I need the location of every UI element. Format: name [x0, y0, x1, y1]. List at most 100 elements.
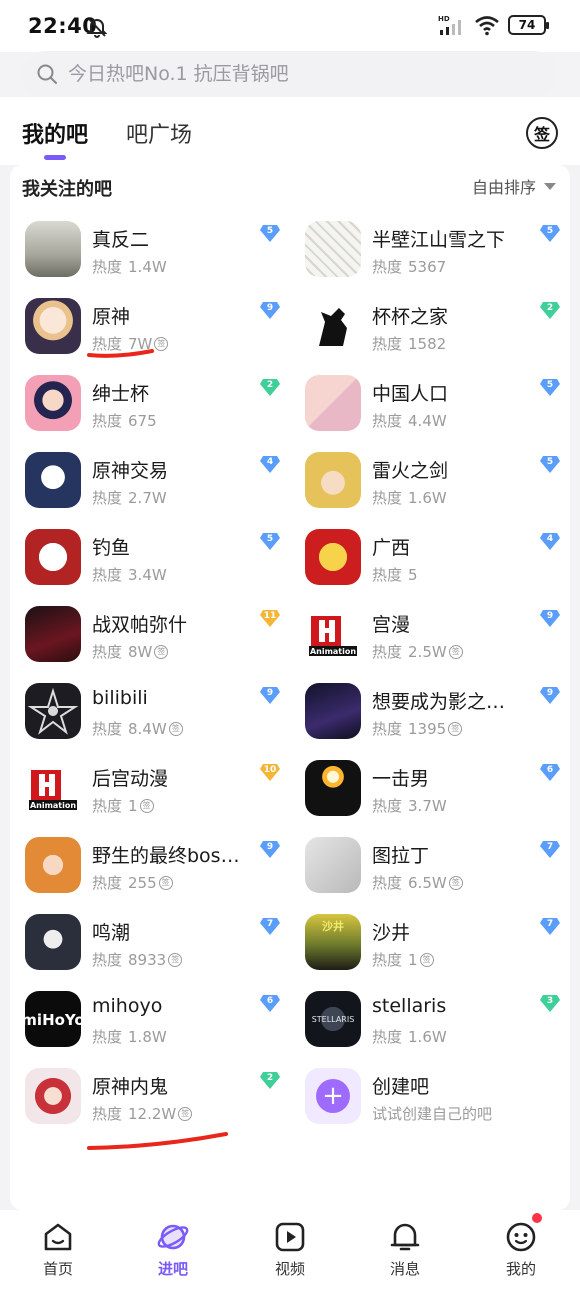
forum-name: 想要成为影之实力者 — [372, 691, 522, 713]
level-badge: 6 — [259, 993, 281, 1013]
search-icon — [37, 64, 57, 84]
heat-label: 热度 — [372, 874, 403, 892]
forum-avatar — [305, 683, 361, 739]
level-number: 5 — [266, 534, 274, 544]
create-forum-title: 创建吧 — [372, 1076, 430, 1098]
status-bar: 22:40 HD 74 — [0, 0, 580, 52]
heat-label: 热度 — [372, 258, 403, 276]
forum-name: 原神 — [92, 306, 131, 328]
forum-item[interactable]: 沙井 沙井 热度 1 签 7 — [305, 914, 567, 976]
forum-avatar — [305, 837, 361, 893]
level-number: 9 — [266, 688, 274, 698]
forum-item[interactable]: 中国人口 热度 4.4W 5 — [305, 375, 567, 437]
heat-label: 热度 — [372, 643, 403, 661]
forum-item[interactable]: STELLARIS stellaris 热度 1.6W 3 — [305, 991, 567, 1053]
forum-item[interactable]: bilibili 热度 8.4W 签 9 — [25, 683, 287, 745]
forum-item[interactable]: 战双帕弥什 热度 8W 签 11 — [25, 606, 287, 668]
nav-label: 消息 — [389, 1260, 420, 1278]
nav-forums[interactable]: 进吧 — [128, 1220, 218, 1279]
forum-heat: 热度 12.2W 签 — [92, 1103, 193, 1124]
forum-item[interactable]: 绅士杯 热度 675 2 — [25, 375, 287, 437]
forum-heat: 热度 8W 签 — [92, 641, 169, 662]
forum-item[interactable]: miHoYo mihoyo 热度 1.8W 6 — [25, 991, 287, 1053]
forum-item[interactable]: 真反二 热度 1.4W 5 — [25, 221, 287, 283]
level-badge: 6 — [539, 762, 561, 782]
heat-label: 热度 — [372, 951, 403, 969]
search-bar[interactable] — [22, 51, 558, 97]
level-badge: 5 — [539, 454, 561, 474]
heat-label: 热度 — [92, 874, 123, 892]
forum-name: 广西 — [372, 537, 411, 559]
forum-heat: 热度 8933 签 — [92, 949, 183, 970]
level-badge: 9 — [259, 300, 281, 320]
nav-me[interactable]: 我的 — [476, 1213, 566, 1279]
forum-item[interactable]: 钓鱼 热度 3.4W 5 — [25, 529, 287, 591]
signed-icon: 签 — [168, 721, 183, 736]
heat-label: 热度 — [92, 258, 123, 276]
level-badge: 2 — [259, 377, 281, 397]
create-forum-button[interactable]: + 创建吧 试试创建自己的吧 — [305, 1068, 567, 1130]
heat-label: 热度 — [92, 566, 123, 584]
level-number: 7 — [546, 842, 554, 852]
heat-value: 1.6W — [408, 1027, 447, 1046]
forum-heat: 热度 5 — [372, 564, 418, 585]
heat-value: 6.5W — [408, 873, 447, 892]
forum-item[interactable]: 雷火之剑 热度 1.6W 5 — [305, 452, 567, 514]
bottom-nav: 首页 进吧 视频 消息 我的 — [0, 1210, 580, 1289]
forum-avatar — [305, 452, 361, 508]
forum-item[interactable]: 想要成为影之实力者热度 1395签 9 — [305, 683, 567, 745]
forum-heat: 热度 4.4W — [372, 410, 447, 431]
create-forum-avatar: + — [305, 1068, 361, 1124]
face-icon — [506, 1222, 536, 1252]
heat-value: 8933 — [128, 950, 167, 969]
forum-avatar: miHoYo — [25, 991, 81, 1047]
forum-item[interactable]: 原神交易 热度 2.7W 4 — [25, 452, 287, 514]
sort-button[interactable]: 自由排序 — [472, 174, 556, 198]
svg-text:Animation: Animation — [310, 647, 356, 656]
forum-item[interactable]: 杯杯之家 热度 1582 2 — [305, 298, 567, 360]
forum-item[interactable]: 原神 热度 7W 签 9 — [25, 298, 287, 360]
level-number: 9 — [266, 842, 274, 852]
heat-value: 5 — [408, 565, 418, 584]
nav-label: 视频 — [274, 1260, 305, 1278]
forum-item[interactable]: Animation 后宫动漫 热度 1 签 10 — [25, 760, 287, 822]
forum-name: 宫漫 — [372, 614, 411, 636]
nav-video[interactable]: 视频 — [245, 1220, 335, 1279]
home-icon — [44, 1223, 72, 1251]
forum-item[interactable]: Animation 宫漫 热度 2.5W 签 9 — [305, 606, 567, 668]
svg-text:Animation: Animation — [30, 801, 76, 810]
signed-icon: 签 — [154, 644, 169, 659]
search-input[interactable] — [68, 51, 538, 97]
signed-icon: 签 — [158, 875, 173, 890]
forum-name: 半壁江山雪之下 — [372, 229, 506, 251]
forum-avatar: STELLARIS — [305, 991, 361, 1047]
level-badge: 5 — [259, 223, 281, 243]
sign-in-button[interactable]: 签 — [526, 117, 558, 149]
level-number: 4 — [266, 457, 274, 467]
forum-item[interactable]: 广西 热度 5 4 — [305, 529, 567, 591]
level-number: 3 — [546, 996, 554, 1006]
forum-item[interactable]: 一击男 热度 3.7W 6 — [305, 760, 567, 822]
svg-text:miHoYo: miHoYo — [25, 1011, 81, 1029]
forum-item[interactable]: 鸣潮 热度 8933 签 7 — [25, 914, 287, 976]
forum-item[interactable]: 图拉丁 热度 6.5W 签 7 — [305, 837, 567, 899]
nav-home[interactable]: 首页 — [13, 1220, 103, 1279]
heat-value: 1.8W — [128, 1027, 167, 1046]
forum-name: 钓鱼 — [92, 537, 131, 559]
forum-item[interactable]: 野生的最终boss出现了热度 255签 9 — [25, 837, 287, 899]
forum-item[interactable]: 半壁江山雪之下 热度 5367 5 — [305, 221, 567, 283]
forum-item[interactable]: 原神内鬼 热度 12.2W 签 2 — [25, 1068, 287, 1130]
level-number: 7 — [266, 919, 274, 929]
level-badge: 9 — [539, 685, 561, 705]
level-number: 6 — [266, 996, 274, 1006]
heat-label: 热度 — [372, 797, 403, 815]
nav-messages[interactable]: 消息 — [360, 1220, 450, 1279]
forum-name: 战双帕弥什 — [92, 614, 188, 636]
forum-name: 中国人口 — [372, 383, 449, 405]
tab-forum-square[interactable]: 吧广场 — [126, 117, 192, 149]
forum-heat: 热度 1.8W — [92, 1026, 167, 1047]
bell-icon — [390, 1223, 420, 1251]
forum-heat: 热度 1.6W — [372, 1026, 447, 1047]
tab-my-forums[interactable]: 我的吧 — [22, 117, 88, 149]
notification-dot — [532, 1213, 542, 1223]
